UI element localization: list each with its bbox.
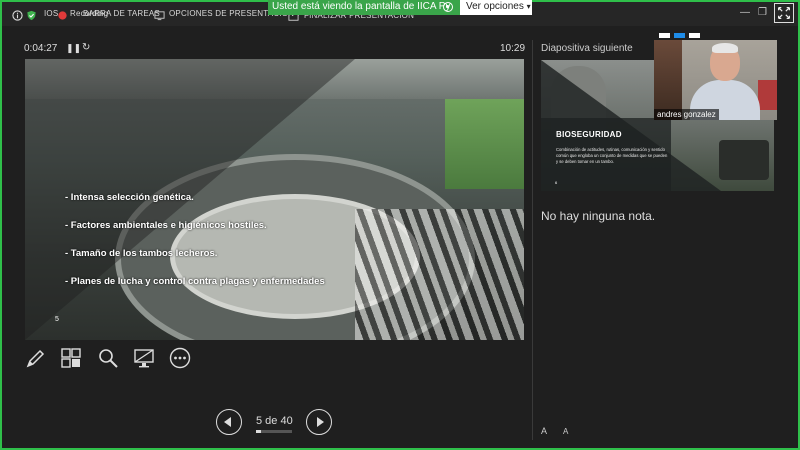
slide-progress-bar (256, 430, 292, 433)
view-options-label: Ver opciones (466, 1, 524, 12)
next-slide-button[interactable] (306, 409, 332, 435)
slide-bullet: - Tamaño de los tambos lecheros. (65, 248, 218, 259)
next-slide-number: 6 (555, 180, 558, 185)
increase-font-button[interactable]: A (541, 426, 547, 436)
participant-name: andres gonzalez (654, 109, 719, 120)
video-background-shelf (654, 40, 682, 120)
video-background-object (758, 80, 777, 110)
slide-counter: 5 de 40 (256, 415, 293, 427)
info-icon[interactable] (12, 8, 23, 21)
pen-tool-button[interactable] (25, 347, 47, 369)
clock: 10:29 (500, 43, 526, 54)
fullscreen-button[interactable] (774, 3, 794, 23)
slide-bullet-list: - Intensa selección genética. - Factores… (65, 192, 395, 304)
chevron-down-icon: ▾ (526, 2, 531, 11)
previous-slide-button[interactable] (216, 409, 242, 435)
video-layout-tab[interactable] (674, 33, 685, 38)
next-slide-title: BIOSEGURIDAD (556, 130, 622, 139)
video-layout-tab[interactable] (689, 33, 700, 38)
stop-sharing-icon[interactable] (443, 2, 453, 12)
video-participant-hair (712, 43, 738, 53)
see-all-slides-icon (61, 348, 81, 368)
video-layout-tab[interactable] (659, 33, 670, 38)
current-slide[interactable]: - Intensa selección genética. - Factores… (25, 59, 524, 340)
slide-progress-fill (256, 430, 261, 433)
next-slide-label: Diapositiva siguiente (541, 43, 633, 54)
black-screen-icon (134, 349, 154, 368)
slide-bullet: - Intensa selección genética. (65, 192, 194, 203)
see-all-slides-button[interactable] (60, 347, 82, 369)
presenter-options-icon (154, 8, 165, 21)
slide-bullet: - Factores ambientales e higiénicos host… (65, 220, 267, 231)
decrease-font-button[interactable]: A (563, 427, 568, 436)
elapsed-timer: 0:04:27 (24, 43, 58, 54)
slide-photo-field (445, 99, 524, 189)
more-options-icon (169, 347, 191, 369)
next-slide-body: Combinación de actitudes, rutinas, comun… (556, 147, 668, 164)
security-shield-icon[interactable] (26, 8, 37, 21)
view-options-button[interactable]: Ver opciones ▾ (460, 0, 532, 15)
black-screen-button[interactable] (133, 347, 155, 369)
recording-icon (57, 8, 68, 20)
minimize-icon[interactable]: — (740, 7, 750, 18)
restart-timer-icon[interactable]: ↻ (82, 42, 90, 53)
pen-icon (26, 349, 45, 368)
fullscreen-icon (778, 7, 790, 19)
participant-video[interactable] (654, 40, 777, 120)
slide-number: 5 (55, 316, 59, 323)
pause-timer-icon[interactable]: ❚❚ (66, 43, 81, 54)
next-slide-photo-tractor (719, 140, 769, 180)
more-options-button[interactable] (169, 347, 191, 369)
taskbar-button[interactable]: BARRA DE TAREAS (83, 9, 160, 18)
speaker-notes: No hay ninguna nota. (541, 209, 656, 223)
zoom-button[interactable] (97, 347, 119, 369)
restore-icon[interactable]: ❐ (758, 7, 767, 18)
slide-bullet: - Planes de lucha y control contra plaga… (65, 276, 325, 287)
panel-divider (532, 40, 533, 440)
screen-share-banner: Usted está viendo la pantalla de IICA Py (268, 0, 460, 15)
zoom-icon (99, 349, 118, 368)
